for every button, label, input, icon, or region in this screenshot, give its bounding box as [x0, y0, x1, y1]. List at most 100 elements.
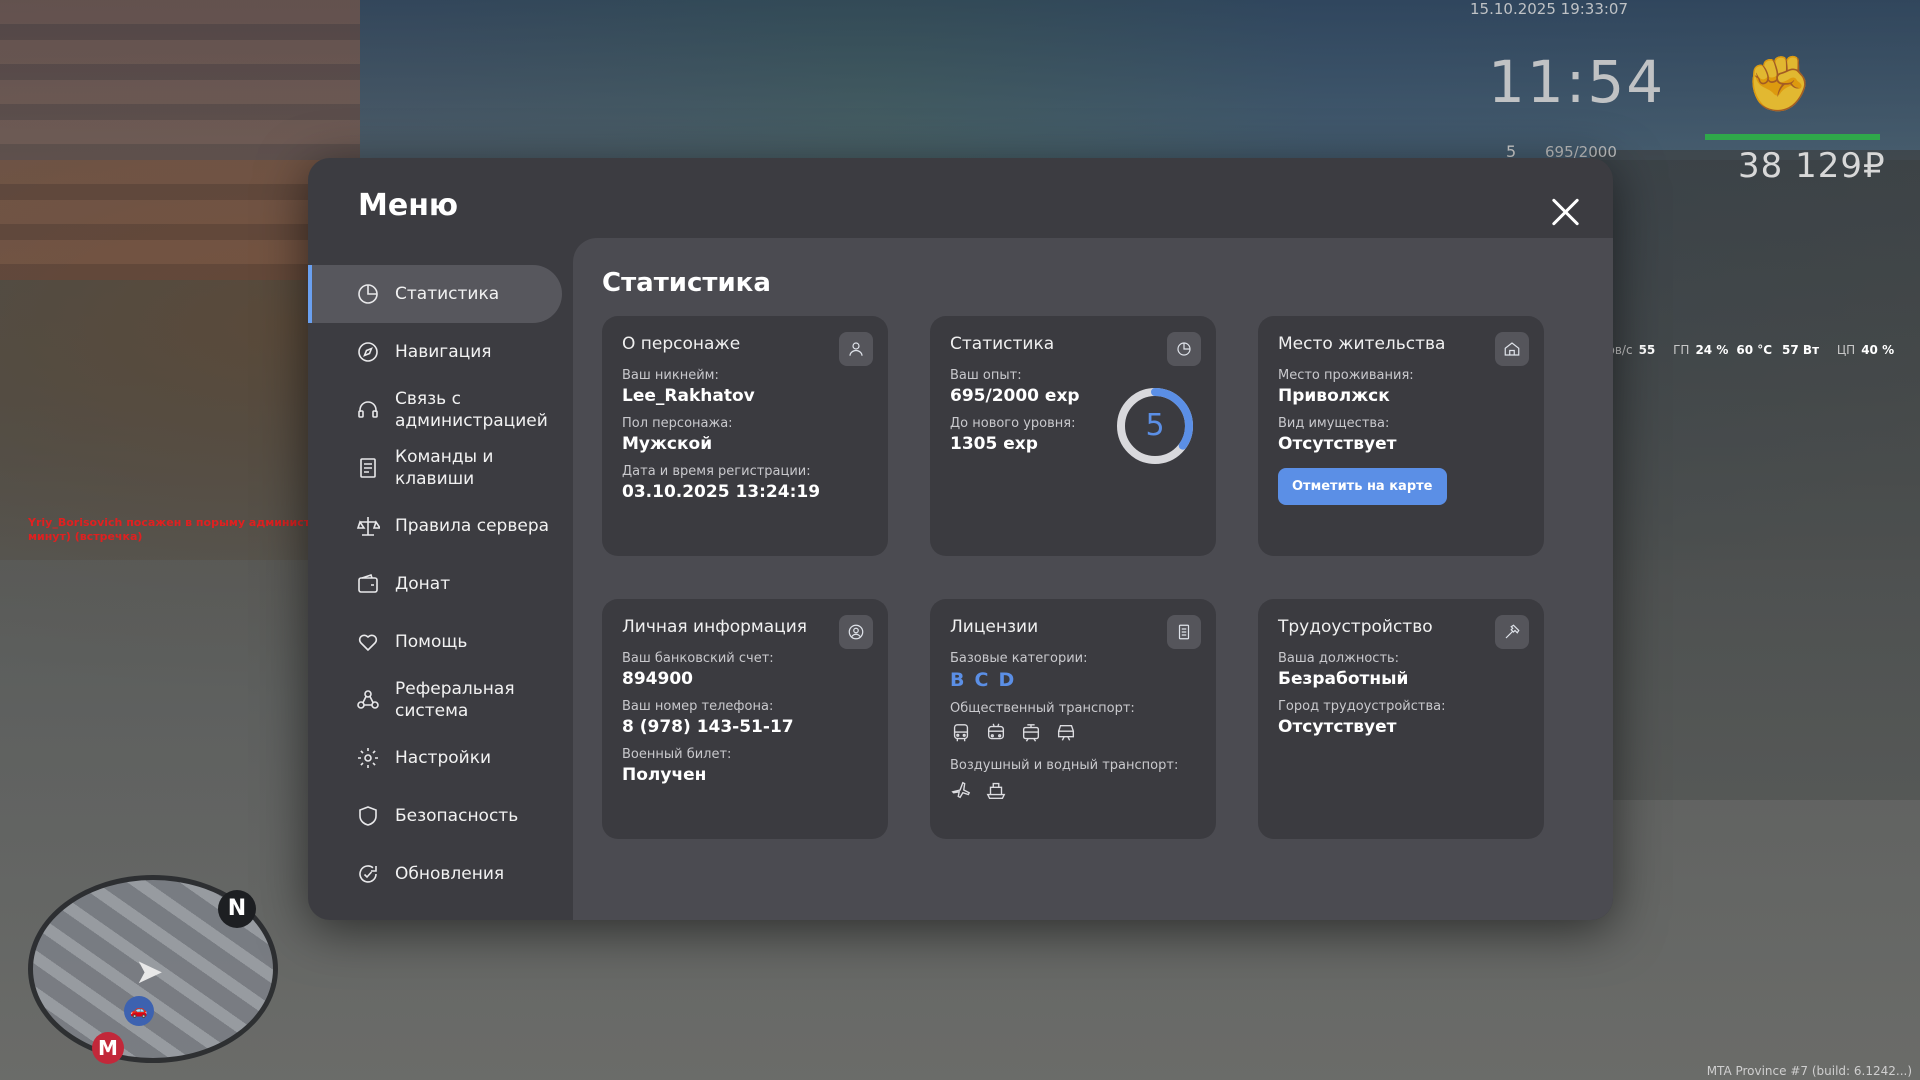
card-title: Статистика [950, 334, 1055, 354]
refresh-icon [356, 862, 380, 886]
sidebar-item-navigation[interactable]: Навигация [308, 323, 573, 381]
game-world-wall [1590, 150, 1920, 800]
shield-icon [356, 804, 380, 828]
base-categories-label: Базовые категории: [950, 651, 1088, 666]
fist-icon: ✊ [1745, 52, 1813, 115]
card-title: Лицензии [950, 617, 1039, 637]
card-title: Трудоустройство [1278, 617, 1433, 637]
employment-card: Трудоустройство Ваша должность: Безработ… [1258, 599, 1544, 839]
cpu-load: 40 % [1861, 343, 1895, 357]
scales-icon [356, 514, 382, 538]
air-water-transport-icons [950, 779, 1196, 805]
pie-chart-icon [356, 282, 380, 306]
sidebar-item-label: Статистика [395, 284, 500, 304]
cpu-label: ЦП [1836, 343, 1856, 357]
user-icon [839, 332, 873, 366]
sidebar-item-label: Донат [395, 574, 451, 594]
sidebar-item-label: Помощь [395, 632, 468, 652]
sidebar-item-referral[interactable]: Реферальная система [308, 671, 573, 729]
job-position-label: Ваша должность: [1278, 651, 1400, 666]
phone-label: Ваш номер телефона: [622, 699, 774, 714]
people-network-icon [356, 688, 380, 712]
sidebar-item-donate[interactable]: Донат [308, 555, 573, 613]
game-world-building [0, 0, 360, 280]
sidebar-item-settings[interactable]: Настройки [308, 729, 573, 787]
tram-icon [1020, 722, 1042, 748]
registration-label: Дата и время регистрации: [622, 464, 811, 479]
boat-icon [985, 779, 1007, 805]
bus-icon [950, 722, 972, 748]
hud-datetime: 15.10.2025 19:33:07 [1470, 0, 1629, 18]
hammer-icon [1495, 615, 1529, 649]
menu-window: Меню Статистика Навигация Связь с админи… [308, 158, 1613, 920]
sidebar: Статистика Навигация Связь с администрац… [308, 265, 573, 903]
registration-value: 03.10.2025 13:24:19 [622, 482, 821, 502]
licenses-card: Лицензии Базовые категории: BCD Обществе… [930, 599, 1216, 839]
hud-money: 38 129₽ [1738, 146, 1886, 186]
category-d: D [998, 669, 1015, 691]
category-b: B [950, 669, 965, 691]
sidebar-item-updates[interactable]: Обновления [308, 845, 573, 903]
job-position-value: Безработный [1278, 669, 1409, 689]
military-value: Получен [622, 765, 707, 785]
card-title: О персонаже [622, 334, 741, 354]
military-label: Военный билет: [622, 747, 732, 762]
bank-value: 894900 [622, 669, 693, 689]
residence-label: Место проживания: [1278, 368, 1414, 383]
performance-overlay: кадров/с55 ГП24 %60 °C57 Вт ЦП40 % [1577, 343, 1908, 357]
phone-value: 8 (978) 143-51-17 [622, 717, 794, 737]
build-info: MTA Province #7 (build: 6.1242...) [1706, 1064, 1912, 1078]
sidebar-item-help[interactable]: Помощь [308, 613, 573, 671]
pie-chart-icon [1167, 332, 1201, 366]
user-circle-icon [839, 615, 873, 649]
level-number: 5 [1145, 408, 1165, 443]
sidebar-item-label: Безопасность [395, 806, 519, 826]
property-label: Вид имущества: [1278, 416, 1390, 431]
residence-value: Приволжск [1278, 386, 1390, 406]
job-city-label: Город трудоустройства: [1278, 699, 1446, 714]
close-button[interactable] [1545, 192, 1585, 232]
residence-card: Место жительства Место проживания: Приво… [1258, 316, 1544, 556]
sidebar-item-rules[interactable]: Правила сервера [308, 497, 573, 555]
metro-marker-icon: М [92, 1032, 124, 1064]
heart-hands-icon [356, 630, 380, 654]
wallet-icon [356, 572, 380, 596]
bank-label: Ваш банковский счет: [622, 651, 774, 666]
card-title: Личная информация [622, 617, 808, 637]
trolleybus-icon [985, 722, 1007, 748]
exp-label: Ваш опыт: [950, 368, 1022, 383]
gender-value: Мужской [622, 434, 713, 454]
gpu-load: 24 % [1695, 343, 1729, 357]
sidebar-item-label: Обновления [395, 864, 505, 884]
base-categories: BCD [950, 669, 1196, 691]
mark-on-map-button[interactable]: Отметить на карте [1278, 468, 1447, 505]
sidebar-item-commands[interactable]: Команды и клавиши [308, 439, 573, 497]
sidebar-item-label: Команды и клавиши [395, 447, 494, 489]
nickname-label: Ваш никнейм: [622, 368, 719, 383]
sidebar-item-label: Реферальная система [395, 679, 515, 721]
compass-icon [356, 340, 380, 364]
page-title: Статистика [602, 268, 771, 298]
air-water-transport-label: Воздушный и водный транспорт: [950, 758, 1179, 773]
card-title: Место жительства [1278, 334, 1446, 354]
menu-title: Меню [358, 188, 459, 223]
sidebar-item-statistics[interactable]: Статистика [308, 265, 562, 323]
headset-icon [356, 398, 380, 422]
character-card: О персонаже Ваш никнейм: Lee_Rakhatov По… [602, 316, 888, 556]
car-marker-icon: 🚗 [124, 996, 154, 1026]
gpu-temp: 60 °C [1736, 343, 1773, 357]
statistics-card: Статистика Ваш опыт: 695/2000 exp До нов… [930, 316, 1216, 556]
content-panel: Статистика О персонаже Ваш никнейм: Lee_… [573, 238, 1613, 920]
hud-clock: 11:54 [1488, 48, 1666, 116]
sidebar-item-label: Правила сервера [395, 516, 550, 536]
public-transport-label: Общественный транспорт: [950, 701, 1135, 716]
category-c: C [974, 669, 989, 691]
sidebar-item-label: Связь с администрацией [395, 389, 548, 431]
sidebar-item-label: Навигация [395, 342, 492, 362]
minimap-north-marker: N [218, 890, 256, 928]
sidebar-item-security[interactable]: Безопасность [308, 787, 573, 845]
job-city-value: Отсутствует [1278, 717, 1397, 737]
sidebar-item-admin-contact[interactable]: Связь с администрацией [308, 381, 573, 439]
gender-label: Пол персонажа: [622, 416, 733, 431]
gear-icon [356, 746, 380, 770]
